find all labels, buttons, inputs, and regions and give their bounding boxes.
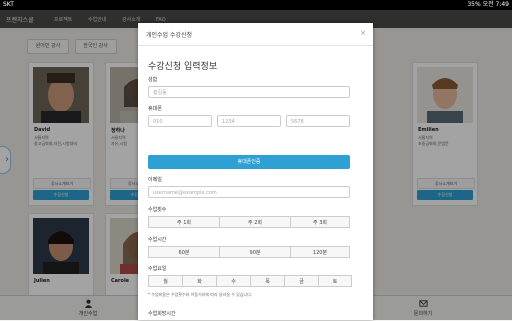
phone-middle-field[interactable]: 1234 bbox=[217, 115, 281, 127]
count-option[interactable]: 주 3회 bbox=[290, 216, 350, 228]
count-option[interactable]: 주 1회 bbox=[148, 216, 220, 228]
class-count-label: 수업횟수 bbox=[148, 207, 167, 213]
day-option[interactable]: 화 bbox=[182, 275, 217, 287]
day-option[interactable]: 수 bbox=[216, 275, 251, 287]
class-count-selector: 주 1회 주 2회 주 3회 bbox=[148, 216, 350, 228]
modal-header: 개인수업 수강신청 × bbox=[138, 23, 373, 46]
phone-label: 휴대폰 bbox=[148, 106, 162, 112]
email-field[interactable]: username@example.com bbox=[148, 186, 350, 198]
name-label: 성함 bbox=[148, 77, 158, 83]
duration-option[interactable]: 60분 bbox=[148, 246, 220, 258]
email-label: 이메일 bbox=[148, 177, 162, 183]
duration-option[interactable]: 90분 bbox=[219, 246, 291, 258]
clock: 오전 7:49 bbox=[482, 1, 509, 8]
duration-selector: 60분 90분 120분 bbox=[148, 246, 350, 258]
duration-option[interactable]: 120분 bbox=[290, 246, 350, 258]
day-option[interactable]: 금 bbox=[284, 275, 319, 287]
battery-label: 35% bbox=[467, 1, 481, 8]
status-bar: SKT 35% 오전 7:49 bbox=[0, 0, 512, 10]
count-option[interactable]: 주 2회 bbox=[219, 216, 291, 228]
fee-note: * 수업비용은 수업횟수와 이동거리에 따라 달라질 수 있습니다. bbox=[148, 292, 253, 297]
close-icon[interactable]: × bbox=[360, 29, 366, 37]
duration-label: 수업시간 bbox=[148, 237, 167, 243]
phone-last-field[interactable]: 5678 bbox=[286, 115, 350, 127]
day-label: 수업요일 bbox=[148, 266, 167, 272]
day-option[interactable]: 목 bbox=[250, 275, 285, 287]
phone-prefix-field[interactable]: 010 bbox=[148, 115, 212, 127]
form-heading: 수강신청 입력정보 bbox=[148, 62, 218, 72]
modal-title: 개인수업 수강신청 bbox=[146, 32, 193, 39]
name-field[interactable]: 홍길동 bbox=[148, 86, 350, 98]
day-option[interactable]: 토 bbox=[318, 275, 352, 287]
day-selector: 월 화 수 목 금 토 bbox=[148, 275, 352, 287]
verify-phone-button[interactable]: 휴대폰인증 bbox=[148, 155, 350, 169]
carrier-label: SKT bbox=[3, 1, 14, 8]
day-option[interactable]: 월 bbox=[148, 275, 183, 287]
preferred-time-label: 수업희망시간 bbox=[148, 311, 176, 317]
enrollment-modal: 개인수업 수강신청 × 수강신청 입력정보 성함 홍길동 휴대폰 010 123… bbox=[138, 23, 373, 320]
